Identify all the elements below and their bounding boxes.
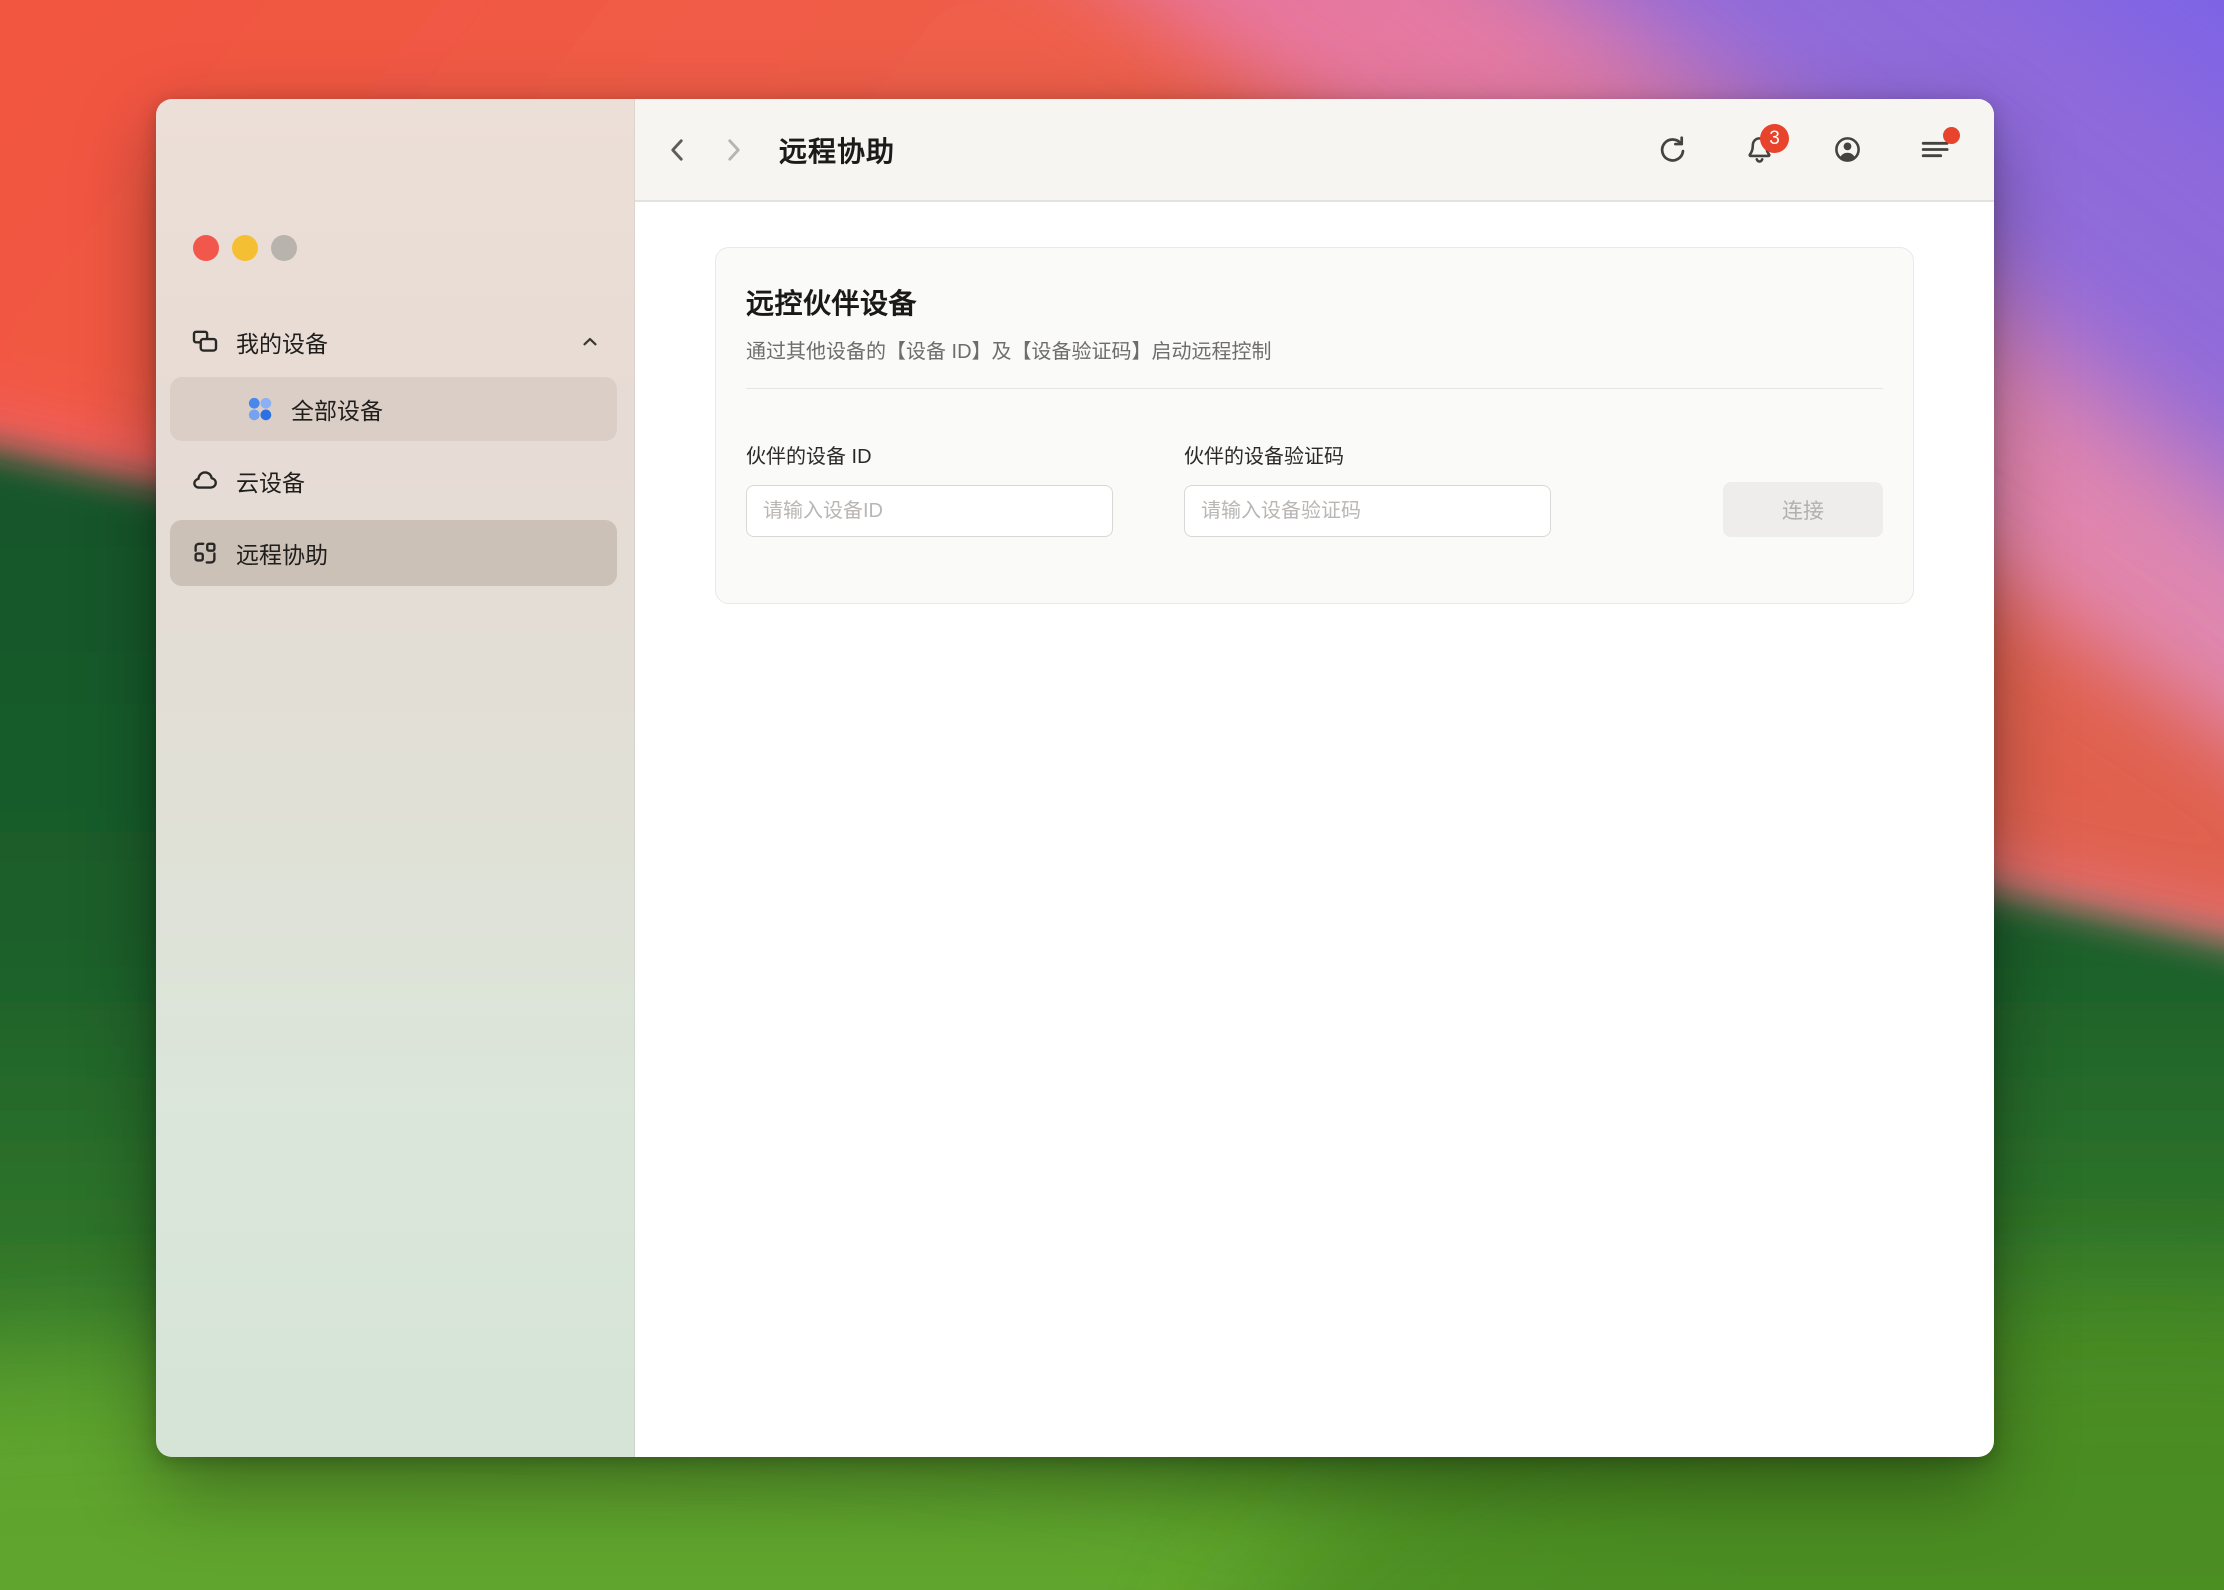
sidebar-item-label: 全部设备 [291, 392, 383, 426]
sidebar-item-label: 远程协助 [236, 536, 328, 570]
device-code-input[interactable] [1184, 485, 1551, 537]
notification-badge: 3 [1760, 124, 1789, 153]
remote-assist-icon [190, 538, 220, 568]
all-devices-icon [245, 394, 275, 424]
menu-alert-dot [1943, 127, 1960, 144]
device-id-field-group: 伙伴的设备 ID [746, 445, 1113, 537]
header-actions: 3 [1656, 134, 1951, 165]
minimize-window-button[interactable] [232, 235, 258, 261]
connect-button[interactable]: 连接 [1723, 482, 1883, 537]
sidebar-item-cloud-devices[interactable]: 云设备 [170, 449, 617, 513]
remote-control-card: 远控伙伴设备 通过其他设备的【设备 ID】及【设备验证码】启动远程控制 伙伴的设… [715, 247, 1914, 604]
sidebar-item-my-devices[interactable]: 我的设备 [170, 321, 617, 363]
close-window-button[interactable] [193, 235, 219, 261]
main-area: 远程协助 3 [635, 99, 1994, 1457]
card-title: 远控伙伴设备 [746, 284, 1883, 324]
back-button[interactable] [663, 135, 693, 165]
sidebar: 我的设备 [156, 99, 635, 1457]
sidebar-nav: 我的设备 [170, 321, 617, 586]
page-content: 远控伙伴设备 通过其他设备的【设备 ID】及【设备验证码】启动远程控制 伙伴的设… [635, 202, 1994, 1457]
notifications-button[interactable]: 3 [1744, 134, 1775, 165]
refresh-icon [1656, 134, 1687, 165]
header: 远程协助 3 [635, 99, 1994, 202]
zoom-window-button[interactable] [271, 235, 297, 261]
sidebar-item-label: 我的设备 [236, 325, 328, 359]
forward-button[interactable] [718, 135, 748, 165]
sidebar-item-all-devices[interactable]: 全部设备 [170, 377, 617, 441]
user-icon [1832, 134, 1863, 165]
sidebar-item-remote-assist[interactable]: 远程协助 [170, 520, 617, 586]
chevron-up-icon[interactable] [579, 331, 601, 353]
connect-form: 伙伴的设备 ID 伙伴的设备验证码 连接 [746, 445, 1883, 601]
divider [746, 388, 1883, 389]
sidebar-item-label: 云设备 [236, 464, 305, 498]
page-title: 远程协助 [779, 130, 895, 170]
app-window: 我的设备 [156, 99, 1994, 1457]
device-id-label: 伙伴的设备 ID [746, 445, 1113, 469]
device-id-input[interactable] [746, 485, 1113, 537]
menu-button[interactable] [1920, 134, 1951, 165]
device-code-field-group: 伙伴的设备验证码 [1184, 445, 1551, 537]
cloud-icon [190, 466, 220, 496]
devices-icon [190, 327, 220, 357]
account-button[interactable] [1832, 134, 1863, 165]
refresh-button[interactable] [1656, 134, 1687, 165]
desktop: 我的设备 [0, 0, 2224, 1590]
window-controls [193, 235, 297, 261]
card-subtitle: 通过其他设备的【设备 ID】及【设备验证码】启动远程控制 [746, 338, 1883, 366]
device-code-label: 伙伴的设备验证码 [1184, 445, 1551, 469]
